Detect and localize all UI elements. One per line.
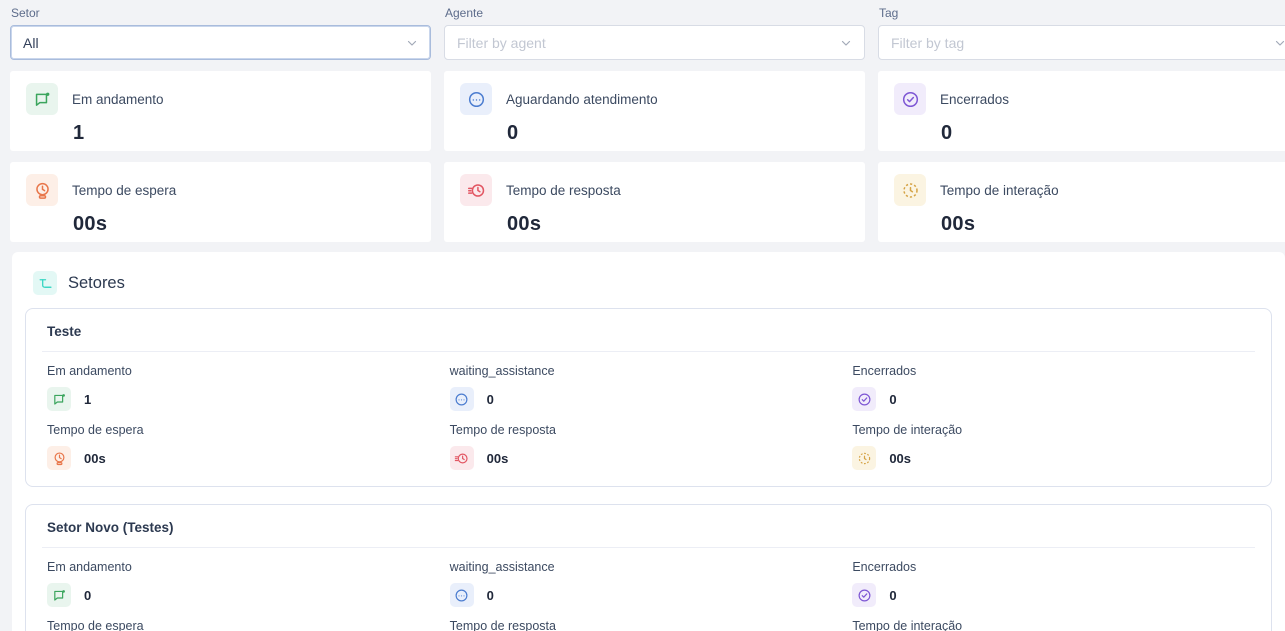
sector-stat-label: Tempo de resposta bbox=[449, 619, 556, 631]
sectors-header: Setores bbox=[24, 264, 1273, 308]
sector-stat: Tempo de interação 00s bbox=[852, 411, 1255, 470]
sector-stat-label: Encerrados bbox=[852, 364, 917, 378]
agente-select-placeholder: Filter by agent bbox=[457, 34, 546, 51]
summary-card-value: 00s bbox=[73, 213, 108, 235]
summary-card-aguardando-atendimento: Aguardando atendimento 0 bbox=[444, 71, 865, 151]
summary-card-tempo-de-interacao: Tempo de interação 00s bbox=[878, 162, 1285, 242]
summary-card-label: Em andamento bbox=[72, 91, 164, 107]
waiting-dots-icon bbox=[449, 583, 474, 607]
summary-card-label: Encerrados bbox=[940, 91, 1010, 107]
sector-stat-label: Tempo de espera bbox=[47, 619, 144, 631]
summary-card-value: 00s bbox=[507, 213, 542, 235]
sector-stat-label: Em andamento bbox=[47, 364, 132, 378]
sector-stat: waiting_assistance 0 bbox=[449, 352, 853, 411]
filter-setor-label: Setor bbox=[11, 6, 40, 20]
sector-stat: Tempo de interação00s bbox=[852, 607, 1255, 631]
summary-card-label: Tempo de resposta bbox=[506, 182, 621, 198]
summary-card-value: 0 bbox=[507, 122, 519, 144]
chevron-down-icon bbox=[1274, 37, 1285, 49]
summary-card-tempo-de-resposta: Tempo de resposta 00s bbox=[444, 162, 865, 242]
chat-square-icon bbox=[26, 83, 58, 115]
clock-fast-icon bbox=[460, 174, 492, 206]
sectors-panel: Setores Teste Em andamento 1 waiting_assist… bbox=[12, 252, 1285, 631]
sector-stat-value: 00s bbox=[486, 450, 509, 466]
sector-stat-value: 00s bbox=[889, 450, 912, 466]
waiting-dots-icon bbox=[460, 83, 492, 115]
summary-cards-grid: Em andamento 1 Aguardando atendimento 0 Ence… bbox=[0, 60, 1285, 242]
waiting-dots-icon bbox=[449, 387, 474, 411]
sector-stat-label: Em andamento bbox=[47, 560, 132, 574]
sector-stat: Em andamento 1 bbox=[47, 352, 450, 411]
clock-dashed-icon bbox=[894, 174, 926, 206]
sector-stat: waiting_assistance 0 bbox=[449, 548, 853, 607]
clock-stand-icon bbox=[26, 174, 58, 206]
filter-tag: Tag Filter by tag bbox=[878, 6, 1285, 60]
sector-stat-value: 00s bbox=[84, 450, 106, 466]
summary-card-label: Aguardando atendimento bbox=[506, 91, 658, 107]
summary-card-label: Tempo de interação bbox=[940, 182, 1059, 198]
sector-card-title: Setor Novo (Testes) bbox=[42, 518, 1255, 548]
chat-square-icon bbox=[47, 387, 71, 411]
sector-card: Teste Em andamento 1 waiting_assistance 0 Enc… bbox=[25, 308, 1272, 487]
sector-stat-label: Tempo de resposta bbox=[449, 423, 556, 437]
clock-stand-icon bbox=[47, 446, 71, 470]
check-circle-icon bbox=[894, 83, 926, 115]
sector-stat-value: 0 bbox=[889, 391, 897, 407]
sector-stat: Encerrados 0 bbox=[852, 548, 1255, 607]
summary-card-tempo-de-espera: Tempo de espera 00s bbox=[10, 162, 431, 242]
chat-square-icon bbox=[47, 583, 71, 607]
tag-select-placeholder: Filter by tag bbox=[891, 34, 965, 51]
sector-stat-label: Tempo de espera bbox=[47, 423, 144, 437]
sector-cards-list: Teste Em andamento 1 waiting_assistance 0 Enc… bbox=[24, 308, 1273, 631]
sector-stat-value: 0 bbox=[486, 391, 494, 407]
chevron-down-icon bbox=[840, 37, 852, 49]
sector-card: Setor Novo (Testes) Em andamento 0 waiting_… bbox=[25, 504, 1272, 631]
filter-tag-label: Tag bbox=[879, 6, 899, 20]
sector-stat-label: waiting_assistance bbox=[449, 560, 555, 574]
sector-stat: Tempo de resposta00s bbox=[450, 607, 853, 631]
chevron-down-icon bbox=[406, 37, 418, 49]
summary-card-label: Tempo de espera bbox=[72, 182, 177, 198]
sector-stat-label: Tempo de interação bbox=[852, 423, 963, 437]
check-circle-icon bbox=[852, 387, 877, 411]
clock-fast-icon bbox=[449, 446, 474, 470]
sector-stat-value: 0 bbox=[84, 587, 92, 603]
sector-stat: Tempo de espera 00s bbox=[47, 411, 450, 470]
sector-stat-value: 0 bbox=[889, 587, 897, 603]
sector-stat: Tempo de espera00s bbox=[47, 607, 450, 631]
sectors-flow-icon bbox=[33, 271, 57, 295]
summary-card-value: 1 bbox=[73, 122, 85, 144]
sector-stat-label: waiting_assistance bbox=[449, 364, 555, 378]
sector-stat: Tempo de resposta 00s bbox=[449, 411, 853, 470]
summary-card-encerrados: Encerrados 0 bbox=[878, 71, 1285, 151]
agente-select[interactable]: Filter by agent bbox=[444, 25, 865, 60]
sector-stat-label: Encerrados bbox=[852, 560, 917, 574]
clock-dashed-icon bbox=[852, 446, 877, 470]
check-circle-icon bbox=[852, 583, 877, 607]
summary-card-value: 00s bbox=[941, 213, 976, 235]
sector-stat-value: 1 bbox=[84, 391, 92, 407]
sector-stat-value: 0 bbox=[486, 587, 494, 603]
sector-stat: Encerrados 0 bbox=[852, 352, 1255, 411]
setor-select-value: All bbox=[23, 34, 39, 51]
summary-card-value: 0 bbox=[941, 122, 953, 144]
filter-agente-label: Agente bbox=[445, 6, 484, 20]
dashboard-page: Setor All Agente Filter by agent Tag Fil… bbox=[0, 0, 1285, 631]
sector-card-title: Teste bbox=[42, 322, 1255, 352]
summary-card-em-andamento: Em andamento 1 bbox=[10, 71, 431, 151]
tag-select[interactable]: Filter by tag bbox=[878, 25, 1285, 60]
sector-stat: Em andamento 0 bbox=[47, 548, 450, 607]
filters-row: Setor All Agente Filter by agent Tag Fil… bbox=[0, 0, 1285, 60]
filter-agente: Agente Filter by agent bbox=[444, 6, 865, 60]
setor-select[interactable]: All bbox=[10, 25, 431, 60]
filter-setor: Setor All bbox=[10, 6, 431, 60]
sectors-title: Setores bbox=[68, 273, 125, 292]
sector-stat-label: Tempo de interação bbox=[852, 619, 963, 631]
